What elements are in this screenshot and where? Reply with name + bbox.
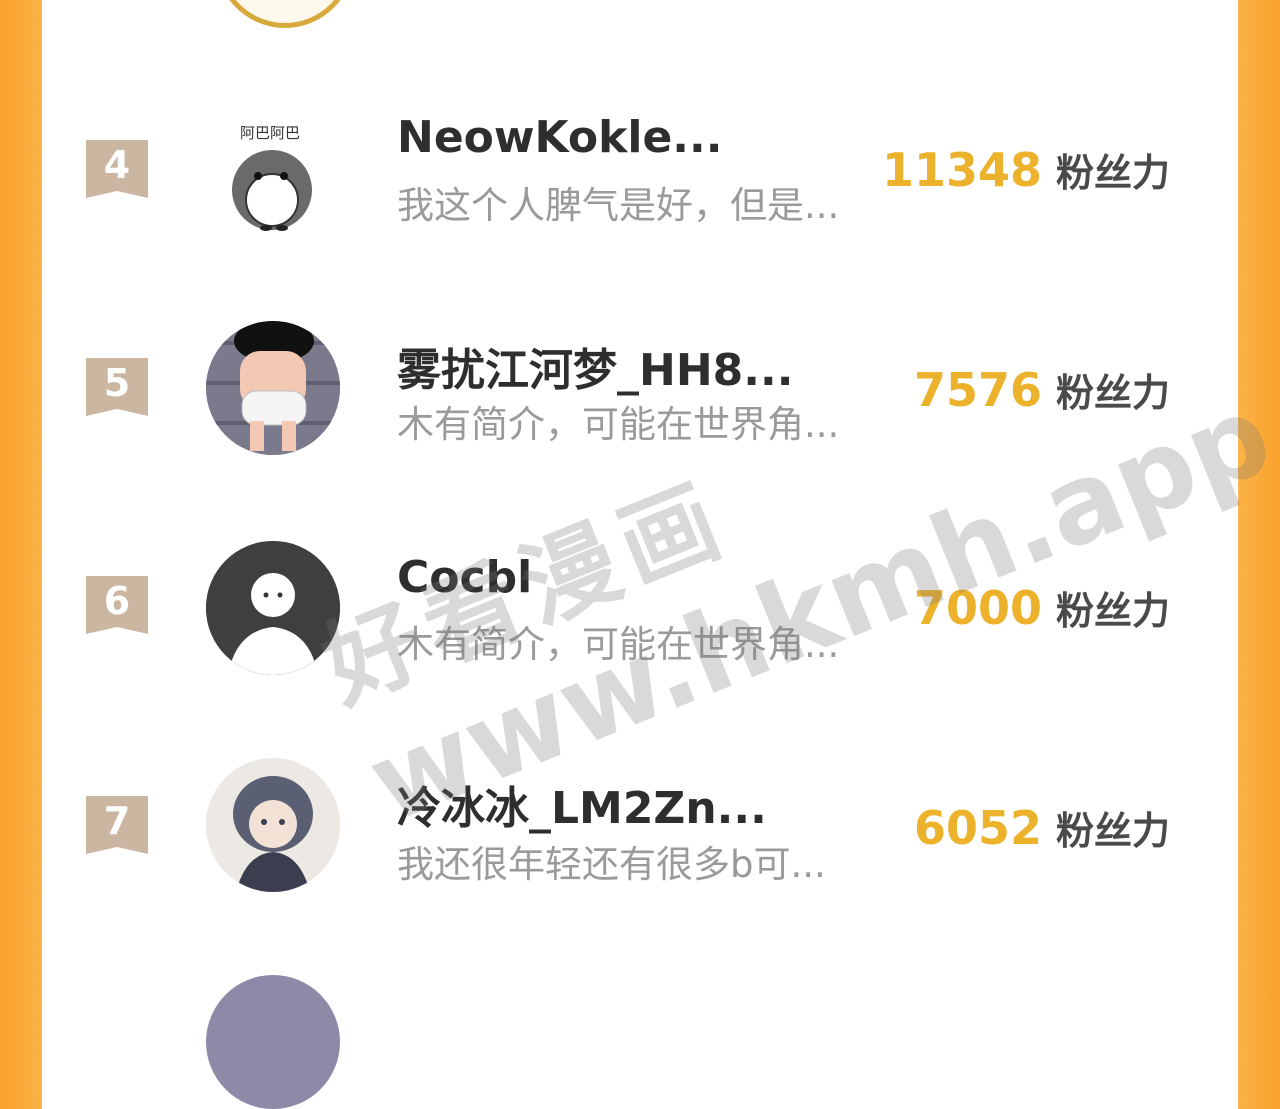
- rank-badge: 7: [86, 796, 148, 854]
- fans-value: 7000: [913, 581, 1042, 635]
- user-name[interactable]: NeowKokle...: [397, 112, 722, 163]
- fans-value: 6052: [913, 801, 1042, 855]
- fans-score: 6052 粉丝力: [914, 800, 1170, 855]
- leaderboard-row[interactable]: 6 Cocbl 木有简介，可能在世界角... 7000 粉丝力: [42, 510, 1238, 710]
- fans-unit-label: 粉丝力: [1055, 589, 1170, 633]
- leaderboard-row[interactable]: 4 阿巴阿巴 NeowKokle... 我这个人脾气是好，但是... 11348…: [42, 70, 1238, 270]
- default-ghost-avatar-icon: [206, 541, 340, 675]
- fans-unit-label: 粉丝力: [1055, 371, 1170, 415]
- user-name[interactable]: 冷冰冰_LM2Zn...: [397, 772, 767, 836]
- rank-badge: 5: [86, 358, 148, 416]
- user-name[interactable]: Cocbl: [397, 552, 532, 603]
- user-bio: 木有简介，可能在世界角...: [397, 403, 840, 446]
- avatar[interactable]: [206, 541, 340, 675]
- fans-score: 7576 粉丝力: [914, 362, 1170, 417]
- fans-score: 7000 粉丝力: [914, 580, 1170, 635]
- avatar[interactable]: [206, 758, 340, 892]
- avatar-rank-8-partial[interactable]: [206, 975, 340, 1109]
- user-bio: 我这个人脾气是好，但是...: [397, 184, 840, 227]
- cartoon-baby-avatar-icon: [206, 321, 340, 455]
- fans-unit-label: 粉丝力: [1055, 151, 1170, 195]
- user-bio: 木有简介，可能在世界角...: [397, 623, 840, 666]
- fans-unit-label: 粉丝力: [1055, 809, 1170, 853]
- leaderboard-row[interactable]: 7 冷冰冰_LM2Zn... 我还很年轻还有很多b可... 6052 粉丝力: [42, 730, 1238, 930]
- anime-girl-avatar-icon: [206, 758, 340, 892]
- svg-text:阿巴阿巴: 阿巴阿巴: [240, 124, 300, 142]
- avatar[interactable]: 阿巴阿巴: [206, 108, 340, 242]
- fans-score: 11348 粉丝力: [882, 142, 1170, 197]
- fans-value: 11348: [881, 143, 1042, 197]
- fans-value: 7576: [913, 363, 1042, 417]
- penguin-avatar-icon: 阿巴阿巴: [232, 124, 312, 231]
- rank-badge: 4: [86, 140, 148, 198]
- avatar[interactable]: [206, 321, 340, 455]
- leaderboard-row[interactable]: 5 雾扰江河梦_HH8... 木有简介，可能在世界角... 7576 粉丝力: [42, 290, 1238, 490]
- user-name[interactable]: 雾扰江河梦_HH8...: [397, 334, 793, 398]
- user-bio: 我还很年轻还有很多b可...: [397, 843, 826, 886]
- rank-badge: 6: [86, 576, 148, 634]
